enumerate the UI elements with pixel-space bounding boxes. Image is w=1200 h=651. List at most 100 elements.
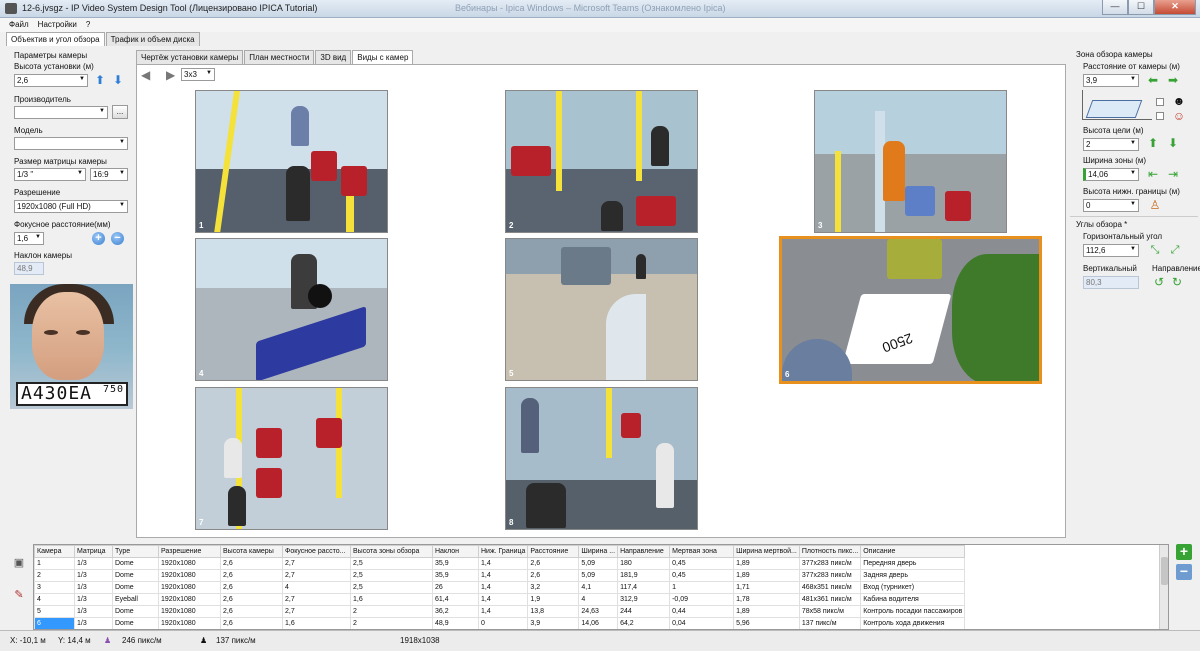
table-cell: 117,4	[617, 581, 671, 594]
column-header[interactable]: Type	[112, 545, 159, 558]
lower-bound-combo[interactable]: 0 ▼	[1083, 199, 1139, 212]
minimize-button[interactable]: —	[1102, 0, 1128, 15]
table-cell: 0,44	[669, 605, 735, 618]
checkbox[interactable]	[1156, 112, 1164, 120]
remove-camera-button[interactable]: −	[1176, 564, 1192, 580]
passenger	[224, 438, 242, 478]
passenger	[291, 106, 309, 146]
arrow-up-icon[interactable]: ⬆	[1146, 136, 1160, 150]
view-tabs: Чертёж установки камеры План местности 3…	[136, 50, 414, 64]
column-header[interactable]: Расстояние	[527, 545, 580, 558]
arrow-down-icon[interactable]: ⬇	[1166, 136, 1180, 150]
column-header[interactable]: Плотность пикс...	[798, 545, 862, 558]
rotate-left-icon[interactable]: ↺	[1152, 275, 1166, 289]
zone-width-combo[interactable]: 14,06 ▼	[1083, 168, 1139, 181]
pedestrian	[636, 254, 646, 279]
expand-icon[interactable]: ⤢	[1168, 243, 1182, 257]
maximize-button[interactable]: ☐	[1128, 0, 1154, 15]
camera-table[interactable]: Камера Матрица Type Разрешение Высота камеры…	[33, 544, 1169, 630]
column-header[interactable]: Матрица	[74, 545, 113, 558]
table-row[interactable]: 1 1/3 Dome 1920x1080 2,6 2,7 2,5 35,9 1,4 2,6 5,09…	[34, 557, 966, 570]
table-row[interactable]: 5 1/3 Dome 1920x1080 2,6 2,7 2 36,2 1,4 13,8 24,63…	[34, 605, 966, 618]
vertical-scrollbar[interactable]	[1159, 545, 1168, 629]
distance-combo[interactable]: 3,9 ▼	[1083, 74, 1139, 87]
camera-view-3[interactable]: 3	[814, 90, 1007, 233]
collapse-icon[interactable]: ⤡	[1148, 243, 1162, 257]
passenger	[601, 201, 623, 231]
table-cell: 1/3	[74, 581, 113, 594]
next-arrow-icon[interactable]: ▶	[166, 68, 178, 82]
column-header[interactable]: Высота камеры	[220, 545, 283, 558]
grid-layout-combo[interactable]: 3x3 ▼	[181, 68, 215, 81]
table-cell: 36,2	[432, 605, 479, 618]
column-header[interactable]: Камера	[34, 545, 75, 558]
height-combo[interactable]: 2,6 ▼	[14, 74, 88, 87]
scrollbar-thumb[interactable]	[1161, 557, 1168, 585]
tab-lens-angle[interactable]: Объектив и угол обзора	[6, 32, 105, 46]
menu-settings[interactable]: Настройки	[35, 18, 83, 32]
model-combo[interactable]: ▼	[14, 137, 128, 150]
menu-help[interactable]: ?	[83, 18, 96, 32]
tab-site-plan[interactable]: План местности	[244, 50, 315, 64]
column-header[interactable]: Описание	[860, 545, 966, 558]
camera-view-8[interactable]: 8	[505, 387, 698, 530]
target-height-combo[interactable]: 2 ▼	[1083, 138, 1139, 151]
close-button[interactable]: ✕	[1154, 0, 1196, 15]
camera-view-4[interactable]: 4	[195, 238, 388, 381]
table-row[interactable]: 3 1/3 Dome 1920x1080 2,6 4 2,5 26 1,4 3,2 4,1 117,4…	[34, 581, 966, 594]
table-row[interactable]: 2 1/3 Dome 1920x1080 2,6 2,7 2,5 35,9 1,4 2,6 5,09…	[34, 569, 966, 582]
column-header[interactable]: Ширина ...	[578, 545, 619, 558]
table-header: Камера Матрица Type Разрешение Высота камеры…	[34, 545, 966, 558]
add-camera-button[interactable]: +	[1176, 544, 1192, 560]
widen-icon[interactable]: ⇥	[1166, 167, 1180, 181]
column-header[interactable]: Мертвая зона	[669, 545, 735, 558]
arrow-up-icon[interactable]: ⬆	[93, 73, 107, 87]
tab-traffic-disk[interactable]: Трафик и объем диска	[105, 32, 200, 46]
prev-arrow-icon[interactable]: ◀	[141, 68, 153, 82]
bus-seat	[256, 428, 282, 458]
arrow-right-icon[interactable]: ➡	[1166, 73, 1180, 87]
browse-button[interactable]: ...	[112, 105, 128, 119]
column-header[interactable]: Наклон	[432, 545, 479, 558]
checkbox[interactable]	[1156, 98, 1164, 106]
rotate-right-icon[interactable]: ↻	[1170, 275, 1184, 289]
narrow-icon[interactable]: ⇤	[1146, 167, 1160, 181]
column-header[interactable]: Ширина мертвой...	[733, 545, 800, 558]
tilt-label: Наклон камеры	[14, 251, 72, 260]
camera-view-1[interactable]: 1	[195, 90, 388, 233]
view-number: 8	[509, 518, 514, 527]
table-cell: Контроль посадки пассажиров	[860, 605, 966, 618]
tab-camera-drawing[interactable]: Чертёж установки камеры	[136, 50, 244, 64]
camera-view-5[interactable]: 5	[505, 238, 698, 381]
column-header[interactable]: Разрешение	[158, 545, 221, 558]
column-header[interactable]: Фокусное рассто...	[282, 545, 351, 558]
arrow-down-icon[interactable]: ⬇	[111, 73, 125, 87]
column-header[interactable]: Высота зоны обзора	[350, 545, 433, 558]
zoom-in-icon[interactable]: +	[92, 232, 105, 245]
table-row[interactable]: 4 1/3 Eyeball 1920x1080 2,6 2,7 1,6 61,4 1,4 1,9 4…	[34, 593, 966, 606]
camera-view-2[interactable]: 2	[505, 90, 698, 233]
camera-icon[interactable]: ▣	[12, 556, 26, 570]
sensor-combo[interactable]: 1/3 " ▼	[14, 168, 86, 181]
table-cell: 4,1	[578, 581, 619, 594]
table-cell: 1/3	[74, 605, 113, 618]
tab-camera-views[interactable]: Виды с камер	[352, 50, 414, 64]
zone-diagram	[1082, 90, 1152, 120]
table-row[interactable]: 6 1/3 Dome 1920x1080 2,6 1,6 2 48,9 0 3,9 14,06 64,…	[34, 617, 966, 629]
h-angle-combo[interactable]: 112,6 ▼	[1083, 244, 1139, 257]
resolution-combo[interactable]: 1920x1080 (Full HD) ▼	[14, 200, 128, 213]
aspect-combo[interactable]: 16:9 ▼	[90, 168, 128, 181]
manufacturer-combo[interactable]: ▼	[14, 106, 108, 119]
v-angle-label: Вертикальный	[1083, 264, 1137, 273]
menu-file[interactable]: Файл	[6, 18, 35, 32]
pen-icon[interactable]: ✎	[12, 588, 26, 602]
column-header[interactable]: Ниж. Граница	[477, 545, 529, 558]
person-icon: ♟	[200, 636, 208, 645]
camera-view-6[interactable]: 2500 6	[779, 236, 1042, 384]
arrow-left-icon[interactable]: ⬅	[1146, 73, 1160, 87]
column-header[interactable]: Направление	[617, 545, 671, 558]
tab-3d-view[interactable]: 3D вид	[315, 50, 352, 64]
zoom-out-icon[interactable]: −	[111, 232, 124, 245]
focal-combo[interactable]: 1,6 ▼	[14, 232, 44, 245]
camera-view-7[interactable]: 7	[195, 387, 388, 530]
